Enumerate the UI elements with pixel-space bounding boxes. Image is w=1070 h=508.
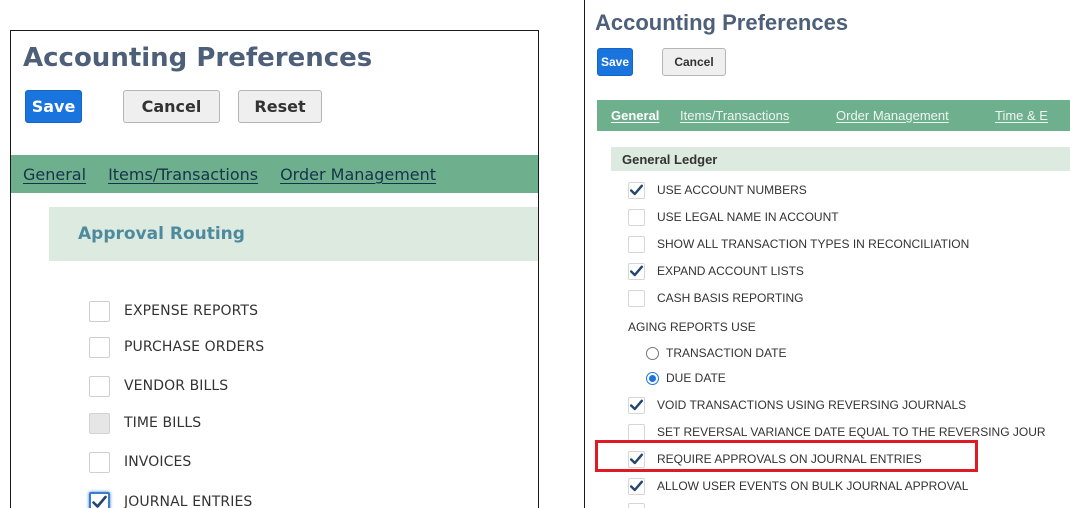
void-transactions-checkbox[interactable] — [628, 396, 645, 414]
radio-label: DUE DATE — [666, 371, 726, 385]
tab-items-transactions[interactable]: Items/Transactions — [108, 165, 258, 184]
checkbox-label: EXPAND ACCOUNT LISTS — [657, 264, 804, 278]
purchase-orders-checkbox[interactable] — [89, 336, 110, 358]
checkbox-label: JOURNAL ENTRIES — [124, 494, 253, 508]
tab-bar: General Items/Transactions Order Managem… — [11, 155, 538, 193]
cash-basis-reporting-checkbox[interactable] — [628, 289, 645, 307]
checkbox-row-partial[interactable] — [628, 502, 645, 508]
tab-items-transactions[interactable]: Items/Transactions — [680, 108, 789, 123]
transaction-date-radio[interactable] — [646, 346, 659, 360]
set-reversal-variance-date-checkbox[interactable] — [628, 423, 645, 441]
checkbox-row-use-legal-name[interactable]: USE LEGAL NAME IN ACCOUNT — [628, 208, 839, 226]
radio-row-transaction-date[interactable]: TRANSACTION DATE — [646, 345, 786, 361]
left-preferences-panel: Accounting Preferences Save Cancel Reset… — [10, 30, 539, 508]
page-title: Accounting Preferences — [595, 10, 849, 35]
checkbox-row-void-transactions[interactable]: VOID TRANSACTIONS USING REVERSING JOURNA… — [628, 396, 966, 414]
radio-label: TRANSACTION DATE — [666, 346, 787, 360]
page-title: Accounting Preferences — [23, 43, 373, 73]
section-title: Approval Routing — [78, 224, 245, 244]
checkbox-label: CASH BASIS REPORTING — [657, 291, 804, 305]
checkmark-icon — [630, 265, 643, 277]
tab-time-and-expenses[interactable]: Time & E — [995, 108, 1048, 123]
checkbox-row-purchase-orders[interactable]: PURCHASE ORDERS — [89, 336, 264, 358]
journal-entries-checkbox[interactable] — [89, 491, 110, 508]
tab-general[interactable]: General — [23, 165, 86, 184]
checkbox-row-allow-user-events[interactable]: ALLOW USER EVENTS ON BULK JOURNAL APPROV… — [628, 477, 968, 495]
checkbox-row-vendor-bills[interactable]: VENDOR BILLS — [89, 375, 228, 397]
checkbox-label: TIME BILLS — [124, 415, 202, 431]
partial-checkbox[interactable] — [628, 502, 645, 508]
due-date-radio[interactable] — [646, 371, 659, 385]
use-account-numbers-checkbox[interactable] — [628, 181, 645, 199]
section-header-general-ledger: General Ledger — [611, 147, 1070, 171]
section-title: General Ledger — [622, 152, 718, 167]
checkbox-label: PURCHASE ORDERS — [124, 339, 265, 355]
cancel-button[interactable]: Cancel — [123, 90, 220, 123]
radio-row-due-date[interactable]: DUE DATE — [646, 370, 726, 386]
expense-reports-checkbox[interactable] — [89, 300, 110, 322]
expand-account-lists-checkbox[interactable] — [628, 262, 645, 280]
tab-general[interactable]: General — [611, 108, 659, 123]
checkbox-label: SET REVERSAL VARIANCE DATE EQUAL TO THE … — [657, 425, 1046, 439]
checkmark-icon — [630, 480, 643, 492]
checkbox-row-expense-reports[interactable]: EXPENSE REPORTS — [89, 300, 258, 322]
allow-user-events-checkbox[interactable] — [628, 477, 645, 495]
tab-order-management[interactable]: Order Management — [280, 165, 436, 184]
use-legal-name-checkbox[interactable] — [628, 208, 645, 226]
checkbox-label: VENDOR BILLS — [124, 378, 229, 394]
checkbox-label: SHOW ALL TRANSACTION TYPES IN RECONCILIA… — [657, 237, 970, 251]
checkbox-label: EXPENSE REPORTS — [124, 303, 259, 319]
checkbox-row-cash-basis-reporting[interactable]: CASH BASIS REPORTING — [628, 289, 803, 307]
checkmark-icon — [630, 184, 643, 196]
reset-button[interactable]: Reset — [238, 90, 322, 123]
section-header-approval-routing: Approval Routing — [49, 207, 538, 261]
red-highlight-annotation — [595, 440, 978, 472]
checkbox-row-invoices[interactable]: INVOICES — [89, 451, 191, 473]
checkbox-label: ALLOW USER EVENTS ON BULK JOURNAL APPROV… — [657, 479, 969, 493]
checkbox-row-expand-account-lists[interactable]: EXPAND ACCOUNT LISTS — [628, 262, 804, 280]
right-preferences-panel: Accounting Preferences Save Cancel Gener… — [584, 0, 1070, 508]
checkbox-row-use-account-numbers[interactable]: USE ACCOUNT NUMBERS — [628, 181, 807, 199]
save-button[interactable]: Save — [597, 48, 633, 76]
show-all-transaction-types-checkbox[interactable] — [628, 235, 645, 253]
checkbox-row-set-reversal-variance-date[interactable]: SET REVERSAL VARIANCE DATE EQUAL TO THE … — [628, 423, 1046, 441]
cancel-button[interactable]: Cancel — [662, 48, 726, 76]
vendor-bills-checkbox[interactable] — [89, 375, 110, 397]
aging-reports-label: AGING REPORTS USE — [628, 320, 756, 334]
checkmark-icon — [630, 399, 643, 411]
checkbox-row-time-bills: TIME BILLS — [89, 412, 201, 434]
save-button[interactable]: Save — [25, 90, 82, 123]
checkbox-label: VOID TRANSACTIONS USING REVERSING JOURNA… — [657, 398, 967, 412]
checkbox-label: INVOICES — [124, 454, 192, 470]
checkbox-row-show-all-transaction-types[interactable]: SHOW ALL TRANSACTION TYPES IN RECONCILIA… — [628, 235, 969, 253]
checkbox-row-journal-entries[interactable]: JOURNAL ENTRIES — [89, 491, 252, 508]
time-bills-checkbox — [89, 412, 110, 434]
tab-order-management[interactable]: Order Management — [836, 108, 949, 123]
tab-bar: General Items/Transactions Order Managem… — [597, 100, 1070, 131]
checkmark-icon — [92, 495, 107, 508]
invoices-checkbox[interactable] — [89, 451, 110, 473]
checkbox-label: USE LEGAL NAME IN ACCOUNT — [657, 210, 839, 224]
checkbox-label: USE ACCOUNT NUMBERS — [657, 183, 807, 197]
